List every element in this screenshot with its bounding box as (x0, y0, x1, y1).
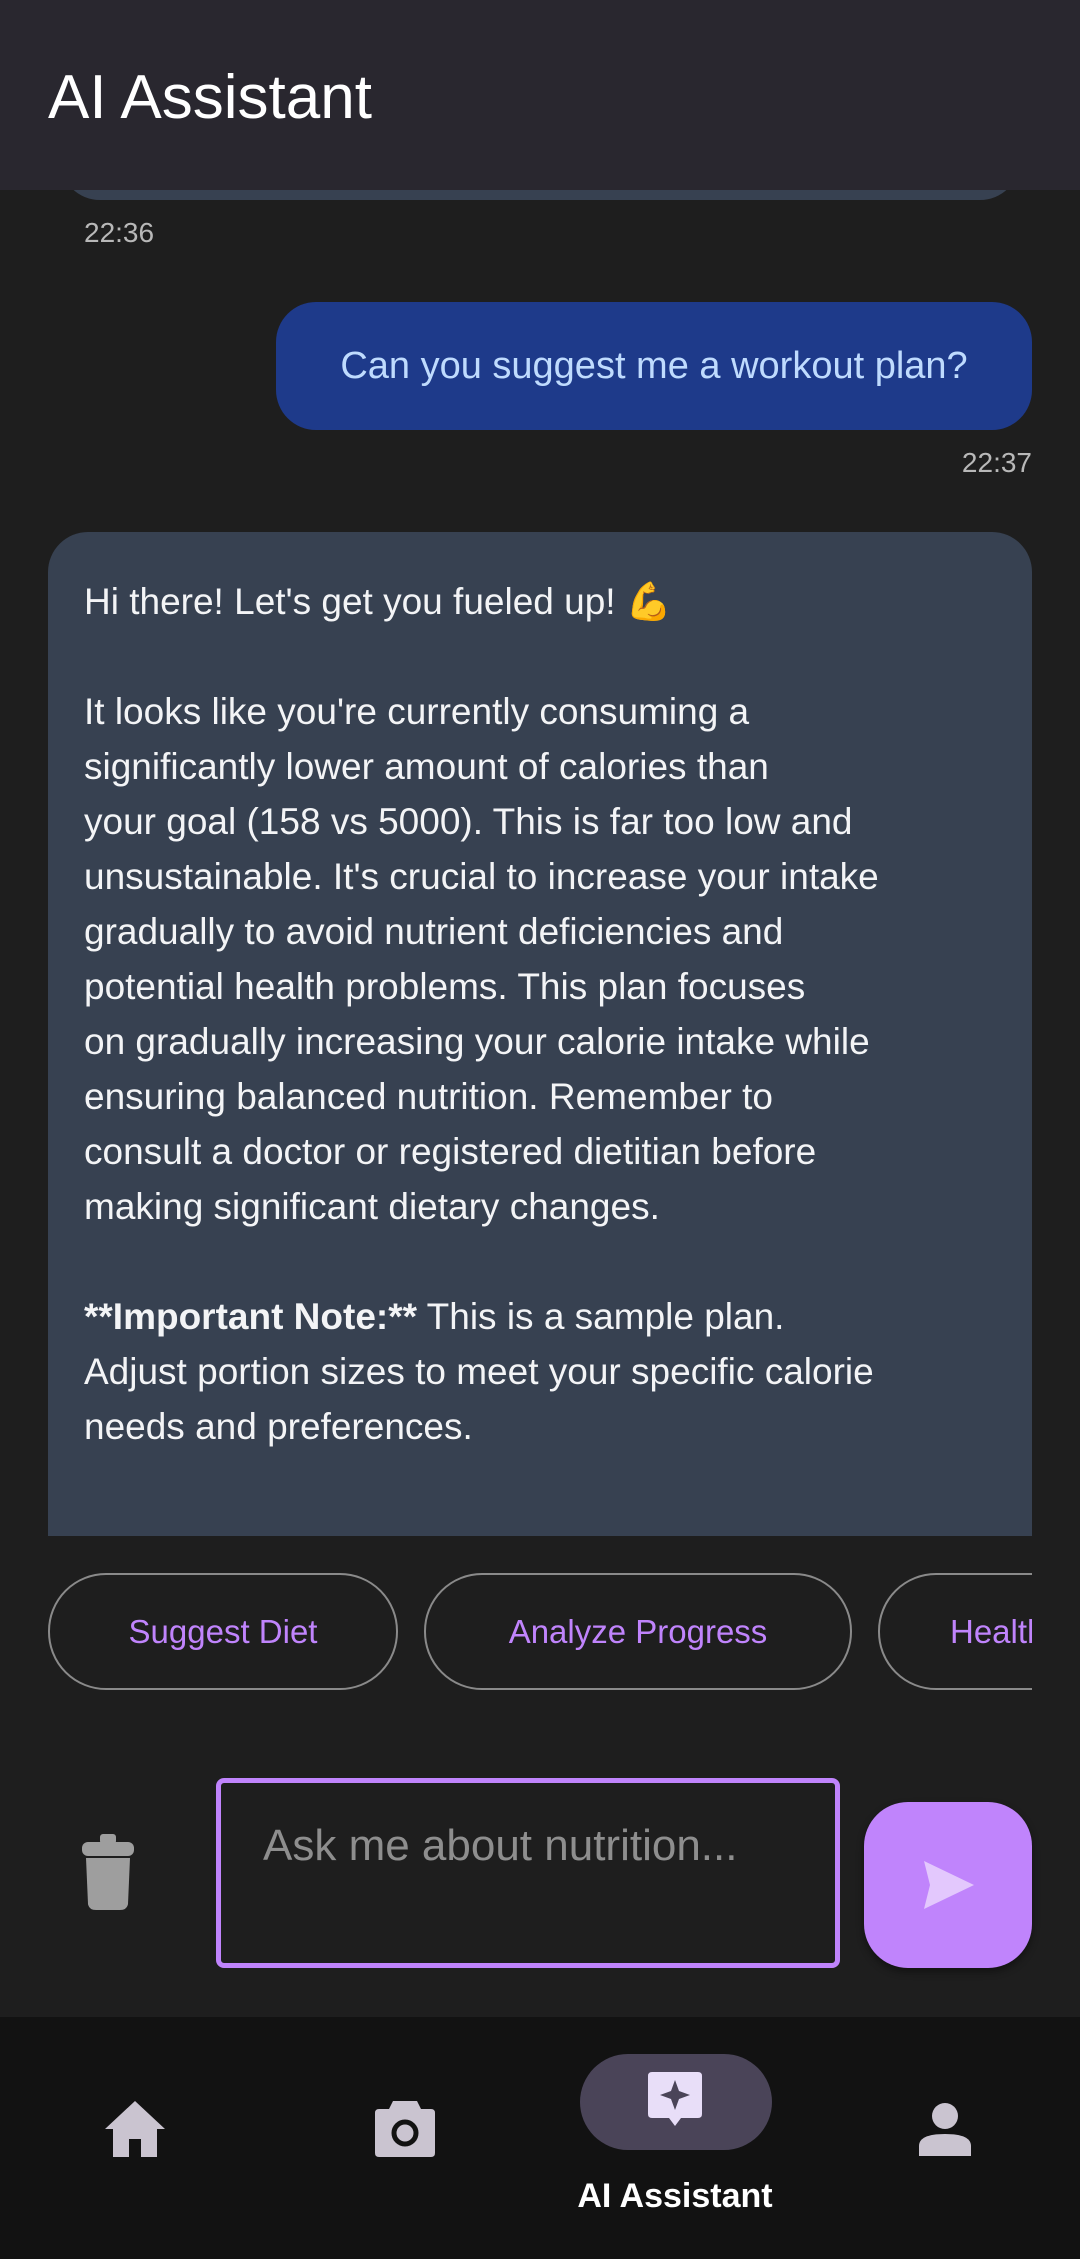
message-line: on gradually increasing your calorie int… (84, 1021, 870, 1062)
message-line: gradually to avoid nutrient deficiencies… (84, 911, 784, 952)
send-button[interactable] (864, 1802, 1032, 1968)
message-line: your goal (158 vs 5000). This is far too… (84, 801, 853, 842)
nav-label: AI Assistant (577, 2177, 773, 2215)
trash-icon (82, 1834, 134, 1910)
message-line: Hi there! Let's get you fueled up! 💪 (84, 581, 672, 622)
home-icon (105, 2101, 165, 2157)
message-line: ensuring balanced nutrition. Remember to (84, 1076, 773, 1117)
chip-suggest-diet[interactable]: Suggest Diet (48, 1573, 398, 1690)
send-icon (924, 1861, 974, 1909)
message-line: needs and preferences. (84, 1406, 473, 1447)
important-note-text: This is a sample plan. (417, 1296, 785, 1337)
message-input[interactable]: Ask me about nutrition... (216, 1778, 840, 1968)
nav-camera[interactable] (270, 2017, 540, 2259)
message-line: potential health problems. This plan foc… (84, 966, 806, 1007)
chip-analyze-progress[interactable]: Analyze Progress (424, 1573, 852, 1690)
page-title: AI Assistant (48, 63, 372, 132)
message-line: It looks like you're currently consuming… (84, 691, 750, 732)
suggestion-chips: Suggest Diet Analyze Progress Health (48, 1573, 1032, 1691)
important-note-line: **Important Note:** This is a sample pla… (84, 1289, 996, 1344)
bottom-navigation: AI Assistant (0, 2017, 1080, 2259)
message-line: unsustainable. It's crucial to increase … (84, 856, 879, 897)
message-line: making significant dietary changes. (84, 1186, 660, 1227)
camera-icon (375, 2101, 435, 2157)
user-message: Can you suggest me a workout plan? (276, 302, 1032, 430)
chip-health[interactable]: Health (878, 1573, 1032, 1690)
clear-chat-button[interactable] (80, 1834, 136, 1910)
user-message-text: Can you suggest me a workout plan? (340, 344, 968, 387)
message-line: significantly lower amount of calories t… (84, 746, 769, 787)
assistant-message: Hi there! Let's get you fueled up! 💪 It … (48, 532, 1032, 1536)
nav-profile[interactable] (810, 2017, 1080, 2259)
message-line: Adjust portion sizes to meet your specif… (84, 1351, 874, 1392)
profile-icon (919, 2103, 971, 2156)
app-bar: AI Assistant (0, 0, 1080, 190)
message-timestamp: 22:36 (84, 217, 155, 248)
nav-home[interactable] (0, 2017, 270, 2259)
nav-ai-assistant[interactable]: AI Assistant (540, 2017, 810, 2259)
important-note-label: **Important Note:** (84, 1296, 418, 1337)
ai-assistant-icon (648, 2072, 702, 2126)
message-line: consult a doctor or registered dietitian… (84, 1131, 817, 1172)
message-timestamp: 22:37 (961, 447, 1032, 478)
